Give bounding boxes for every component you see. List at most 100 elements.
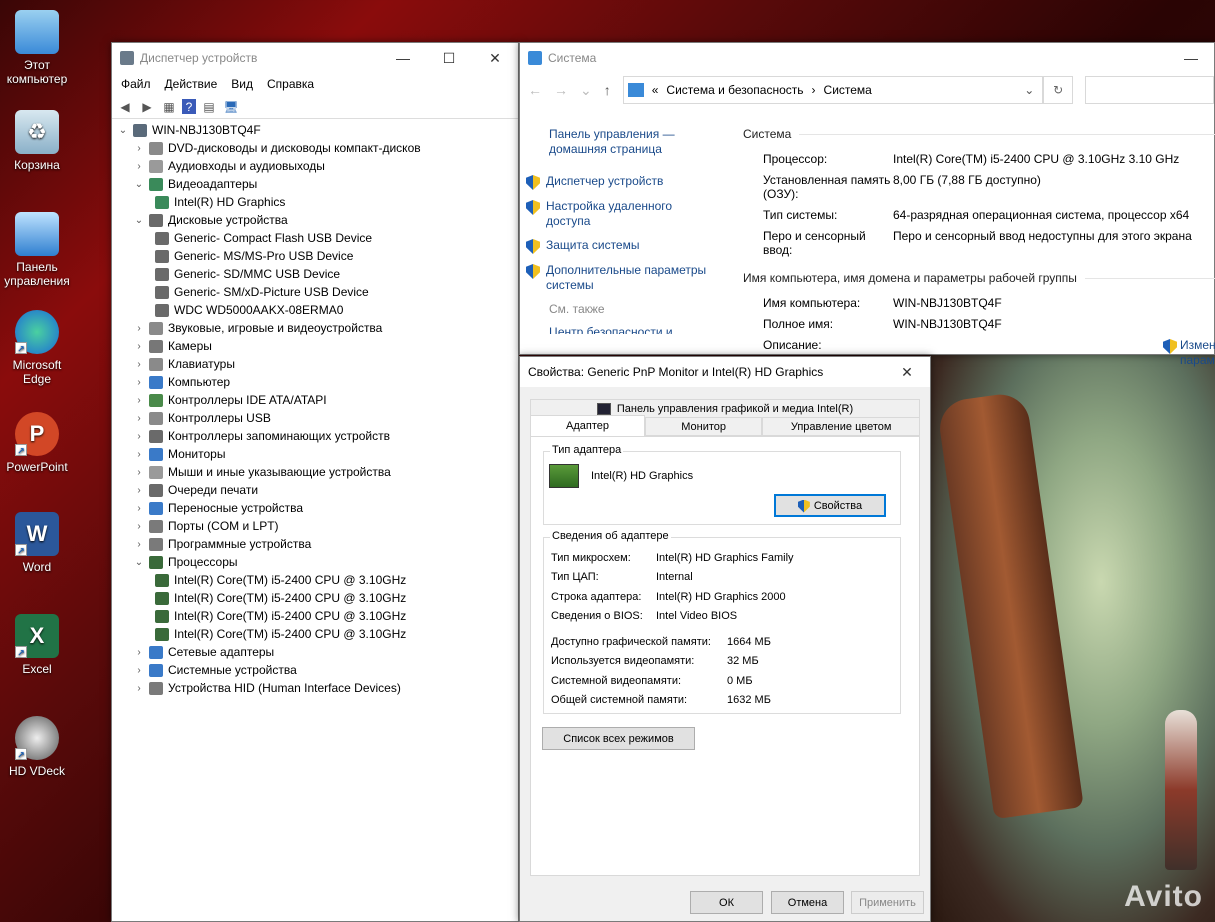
tree-category[interactable]: › Устройства HID (Human Interface Devices…: [116, 679, 518, 697]
expand-icon[interactable]: ›: [132, 395, 146, 406]
expand-icon[interactable]: ›: [132, 485, 146, 496]
tree-category[interactable]: › Переносные устройства: [116, 499, 518, 517]
tree-device[interactable]: Generic- Compact Flash USB Device: [116, 229, 518, 247]
collapse-icon[interactable]: ⌄: [132, 179, 146, 190]
tab-adapter[interactable]: Адаптер: [530, 415, 645, 436]
system-titlebar[interactable]: Система —: [520, 43, 1214, 73]
desktop-icon[interactable]: Этот компьютер: [0, 10, 74, 86]
maximize-button[interactable]: ☐: [426, 43, 472, 73]
expand-icon[interactable]: ›: [132, 413, 146, 424]
expand-icon[interactable]: ›: [132, 503, 146, 514]
tab-color-management[interactable]: Управление цветом: [762, 417, 920, 436]
help-icon[interactable]: ?: [182, 99, 196, 114]
collapse-icon[interactable]: ⌄: [132, 557, 146, 568]
tab-monitor[interactable]: Монитор: [645, 417, 763, 436]
desktop-icon[interactable]: ↗ Microsoft Edge: [0, 310, 74, 386]
desktop-icon[interactable]: X ↗ Excel: [0, 614, 74, 676]
tree-category[interactable]: › Контроллеры запоминающих устройств: [116, 427, 518, 445]
tree-device[interactable]: Intel(R) Core(TM) i5-2400 CPU @ 3.10GHz: [116, 625, 518, 643]
desktop-icon[interactable]: ↗ HD VDeck: [0, 716, 74, 778]
tree-device[interactable]: Generic- SM/xD-Picture USB Device: [116, 283, 518, 301]
tree-device[interactable]: Intel(R) Core(TM) i5-2400 CPU @ 3.10GHz: [116, 571, 518, 589]
tree-category[interactable]: › Контроллеры USB: [116, 409, 518, 427]
tree-category[interactable]: › DVD-дисководы и дисководы компакт-диско…: [116, 139, 518, 157]
minimize-button[interactable]: —: [380, 43, 426, 73]
desktop-icon[interactable]: Панель управления: [0, 212, 74, 288]
tree-category[interactable]: › Клавиатуры: [116, 355, 518, 373]
tree-category[interactable]: › Системные устройства: [116, 661, 518, 679]
collapse-icon[interactable]: ⌄: [116, 125, 130, 136]
expand-icon[interactable]: ›: [132, 521, 146, 532]
properties-dialog[interactable]: Свойства: Generic PnP Monitor и Intel(R)…: [519, 356, 931, 922]
expand-icon[interactable]: ›: [132, 665, 146, 676]
advanced-settings-link[interactable]: Дополнительные параметры системы: [546, 263, 716, 293]
tree-category[interactable]: › Звуковые, игровые и видеоустройства: [116, 319, 518, 337]
cancel-button[interactable]: Отмена: [771, 891, 844, 914]
system-protection-link[interactable]: Защита системы: [546, 238, 639, 253]
tree-category[interactable]: ⌄ Процессоры: [116, 553, 518, 571]
system-window[interactable]: Система — ← → ⌄ ↑ « Система и безопаснос…: [519, 42, 1215, 367]
back-icon[interactable]: ◀: [116, 98, 134, 116]
desktop-icon[interactable]: W ↗ Word: [0, 512, 74, 574]
apply-button[interactable]: Применить: [851, 891, 924, 914]
chevron-down-icon[interactable]: ⌄: [580, 82, 592, 99]
expand-icon[interactable]: ›: [132, 323, 146, 334]
desktop-icon[interactable]: P ↗ PowerPoint: [0, 412, 74, 474]
scan-hardware-icon[interactable]: 🖥: [222, 98, 240, 116]
tree-device[interactable]: Intel(R) Core(TM) i5-2400 CPU @ 3.10GHz: [116, 589, 518, 607]
up-icon[interactable]: ↑: [604, 82, 611, 98]
menu-file[interactable]: Файл: [114, 77, 158, 91]
tree-category[interactable]: › Мыши и иные указывающие устройства: [116, 463, 518, 481]
control-panel-home-link[interactable]: Панель управления — домашняя страница: [520, 127, 690, 157]
close-button[interactable]: ✕: [884, 357, 930, 387]
expand-icon[interactable]: ›: [132, 143, 146, 154]
list-all-modes-button[interactable]: Список всех режимов: [542, 727, 695, 750]
tree-device[interactable]: Intel(R) Core(TM) i5-2400 CPU @ 3.10GHz: [116, 607, 518, 625]
collapse-icon[interactable]: ⌄: [132, 215, 146, 226]
tree-category[interactable]: › Компьютер: [116, 373, 518, 391]
breadcrumb-security[interactable]: Система и безопасность: [666, 83, 803, 97]
tree-category[interactable]: ⌄ Дисковые устройства: [116, 211, 518, 229]
dropdown-icon[interactable]: ⌄: [1024, 83, 1034, 97]
search-input[interactable]: [1085, 76, 1214, 104]
expand-icon[interactable]: ›: [132, 341, 146, 352]
properties-titlebar[interactable]: Свойства: Generic PnP Monitor и Intel(R)…: [520, 357, 930, 387]
expand-icon[interactable]: ›: [132, 449, 146, 460]
expand-icon[interactable]: ›: [132, 683, 146, 694]
forward-icon[interactable]: →: [554, 82, 568, 98]
expand-icon[interactable]: ›: [132, 467, 146, 478]
expand-icon[interactable]: ›: [132, 377, 146, 388]
menu-help[interactable]: Справка: [260, 77, 321, 91]
tree-category[interactable]: › Порты (COM и LPT): [116, 517, 518, 535]
adapter-properties-button[interactable]: Свойства: [774, 494, 886, 517]
expand-icon[interactable]: ›: [132, 161, 146, 172]
menu-action[interactable]: Действие: [158, 77, 225, 91]
tree-category[interactable]: › Камеры: [116, 337, 518, 355]
refresh-button[interactable]: ↻: [1043, 76, 1074, 104]
close-button[interactable]: ✕: [472, 43, 518, 73]
device-manager-link[interactable]: Диспетчер устройств: [546, 174, 663, 189]
tree-category[interactable]: › Программные устройства: [116, 535, 518, 553]
tree-device[interactable]: Generic- SD/MMC USB Device: [116, 265, 518, 283]
tree-device[interactable]: Intel(R) HD Graphics: [116, 193, 518, 211]
tree-category[interactable]: › Очереди печати: [116, 481, 518, 499]
back-icon[interactable]: ←: [528, 82, 542, 98]
tree-device[interactable]: Generic- MS/MS-Pro USB Device: [116, 247, 518, 265]
menu-view[interactable]: Вид: [224, 77, 260, 91]
ok-button[interactable]: ОК: [690, 891, 763, 914]
tree-category[interactable]: › Мониторы: [116, 445, 518, 463]
desktop-icon[interactable]: ♻ Корзина: [0, 110, 74, 172]
expand-icon[interactable]: ›: [132, 539, 146, 550]
change-settings-link[interactable]: Измен парам: [1163, 338, 1215, 368]
remote-settings-link[interactable]: Настройка удаленного доступа: [546, 199, 686, 229]
tree-root[interactable]: ⌄ WIN-NBJ130BTQ4F: [116, 121, 518, 139]
forward-icon[interactable]: ▶: [138, 98, 156, 116]
expand-icon[interactable]: ›: [132, 647, 146, 658]
expand-icon[interactable]: ›: [132, 359, 146, 370]
breadcrumb-system[interactable]: Система: [824, 83, 872, 97]
tree-category[interactable]: ⌄ Видеоадаптеры: [116, 175, 518, 193]
address-bar[interactable]: « Система и безопасность › Система ⌄: [622, 76, 1044, 104]
tree-device[interactable]: WDC WD5000AAKX-08ERMA0: [116, 301, 518, 319]
device-manager-window[interactable]: Диспетчер устройств — ☐ ✕ Файл Действие …: [111, 42, 519, 922]
tree-category[interactable]: › Контроллеры IDE ATA/ATAPI: [116, 391, 518, 409]
